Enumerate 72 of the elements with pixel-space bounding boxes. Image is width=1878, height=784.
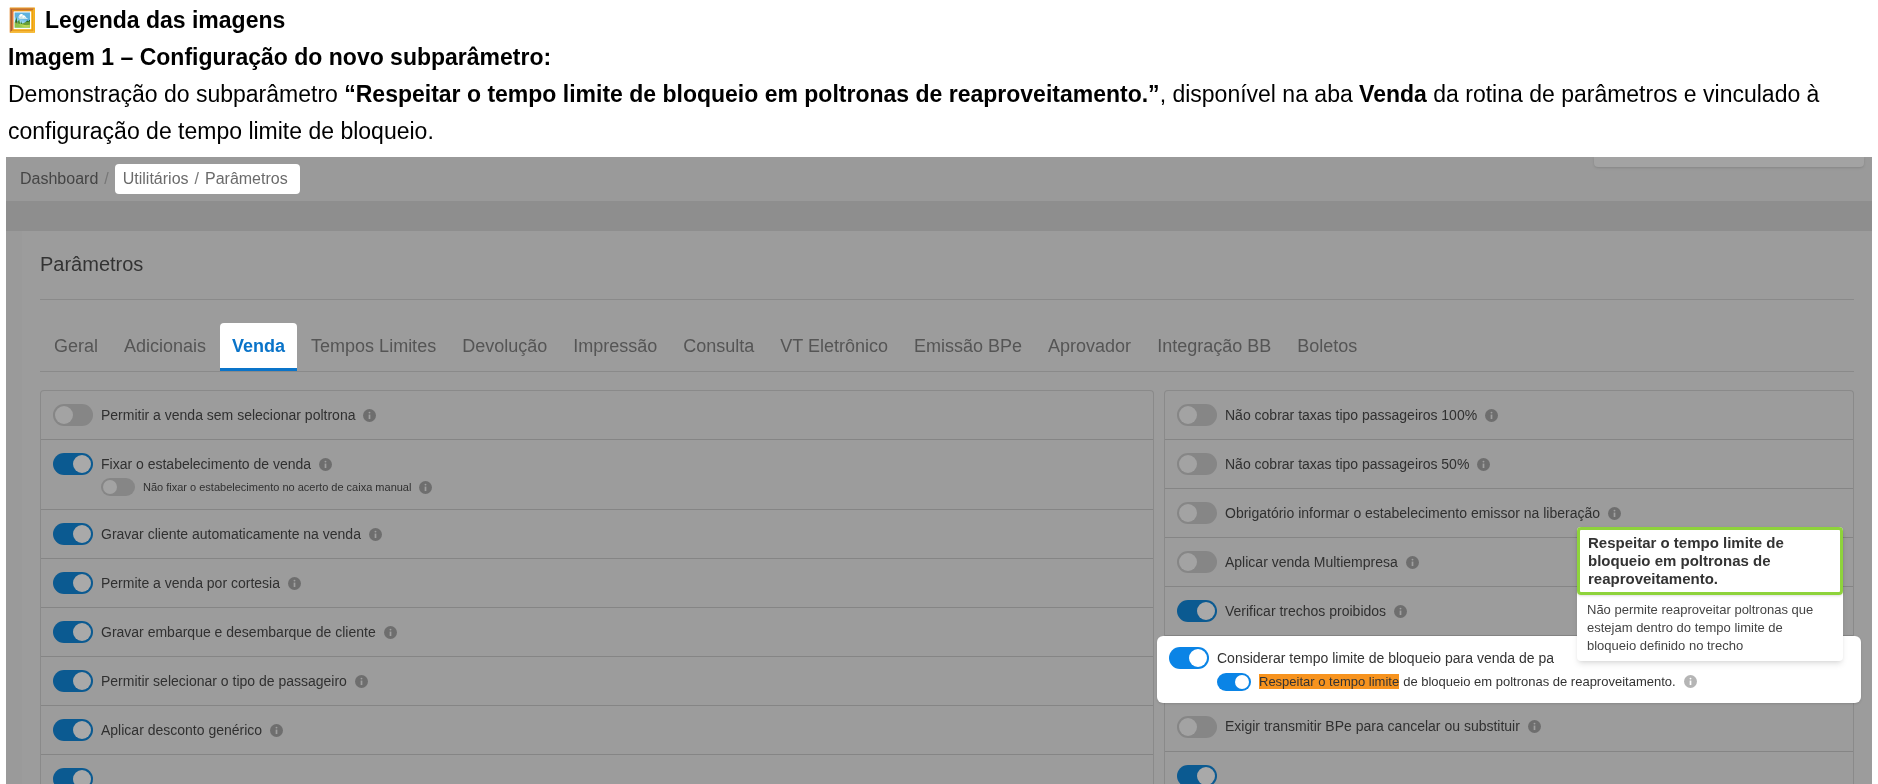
setting-label: Verificar trechos proibidos: [1225, 601, 1387, 621]
info-icon: [1527, 720, 1541, 733]
toggle-switch[interactable]: [53, 404, 93, 426]
info-icon: [270, 723, 284, 737]
setting-label: Exigir transmitir BPe para cancelar ou substituir: [1225, 717, 1520, 736]
tab[interactable]: Geral: [42, 323, 110, 371]
sub-setting-label: Não fixar o estabelecimento no acerto de caixa manual: [143, 479, 412, 495]
panel-title: Parâmetros: [40, 231, 1854, 300]
info-icon: [354, 674, 368, 688]
tooltip-text: Não permite reaproveitar poltronas que estejam dentro do tempo limite de bloqueio definido no trecho: [1586, 601, 1815, 655]
picture-icon: 🖼: [8, 2, 37, 39]
setting-label: Fixar o estabelecimento de venda: [101, 454, 312, 474]
setting-label: Aplicar desconto genérico: [101, 720, 263, 740]
sub-setting-label: Respeitar o tempo limite de bloqueio em poltronas de reaproveitamento.: [1259, 673, 1676, 691]
info-icon: [1485, 408, 1499, 422]
setting-label: Gravar embarque e desembarque de cliente: [101, 622, 376, 642]
doc-heading: Legenda das imagens: [45, 6, 286, 35]
setting-label: Não cobrar taxas tipo passageiros 50%: [1225, 454, 1470, 474]
info-icon: [1477, 457, 1491, 471]
breadcrumb-separator: /: [104, 169, 109, 189]
toggle-switch[interactable]: [101, 478, 135, 496]
breadcrumb-link[interactable]: Utilitários: [122, 167, 189, 191]
info-icon: [368, 527, 382, 541]
toggle-switch[interactable]: [1169, 647, 1209, 669]
setting-label: Permitir selecionar o tipo de passageiro: [101, 671, 347, 691]
doc-title: Imagem 1 – Configuração do novo subparâmetro:: [8, 43, 553, 72]
info-icon: [319, 457, 333, 471]
tab[interactable]: Emissão BPe: [902, 323, 1035, 371]
tooltip-title: Respeitar o tempo limite de bloqueio em poltronas de reaproveitamento.: [1577, 527, 1843, 595]
setting-label: Permite a venda por cortesia: [101, 573, 280, 593]
setting-label: Permitir a venda sem selecionar poltrona: [101, 405, 356, 425]
info-icon: [1394, 604, 1408, 618]
doc-description: Demonstração do subparâmetro “Respeitar o tempo limite de bloqueio em poltronas de reaproveitamento.”, disponível na aba Venda da rotina de parâmetros e vinculado à configuração de tempo limite de bloqueio.: [8, 80, 1821, 146]
info-icon: [1608, 506, 1622, 520]
toggle-switch[interactable]: [1177, 453, 1217, 475]
info-icon: [1683, 675, 1697, 689]
setting-label: Considerar tempo limite de bloqueio para venda de pa: [1217, 648, 1554, 668]
info-icon: [363, 408, 377, 422]
tab[interactable]: Venda: [220, 323, 298, 371]
toggle-switch[interactable]: [53, 621, 93, 643]
setting-label: Não cobrar taxas tipo passageiros 100%: [1225, 405, 1478, 425]
toggle-switch[interactable]: [1177, 502, 1217, 524]
toggle-switch[interactable]: [1177, 551, 1217, 573]
toggle-switch[interactable]: [1177, 764, 1217, 784]
tab[interactable]: Devolução: [450, 323, 560, 371]
tab[interactable]: Aprovador: [1036, 323, 1144, 371]
toggle-switch[interactable]: [1217, 672, 1251, 691]
tab[interactable]: Consulta: [671, 323, 767, 371]
tab[interactable]: Tempos Limites: [299, 323, 449, 371]
toggle-switch[interactable]: [53, 670, 93, 692]
toggle-switch[interactable]: [53, 453, 93, 475]
toggle-switch[interactable]: [53, 523, 93, 545]
setting-label: Gravar cliente automaticamente na venda: [101, 524, 361, 544]
tab[interactable]: Integração BB: [1145, 323, 1284, 371]
toggle-switch[interactable]: [1177, 404, 1217, 426]
toggle-switch[interactable]: [1177, 600, 1217, 622]
toggle-switch[interactable]: [53, 719, 93, 741]
toggle-switch[interactable]: [1177, 715, 1217, 738]
tab[interactable]: Impressão: [561, 323, 670, 371]
tab[interactable]: VT Eletrônico: [768, 323, 900, 371]
tab[interactable]: Adicionais: [112, 323, 219, 371]
breadcrumb-separator: /: [194, 169, 199, 189]
toggle-switch[interactable]: [53, 768, 93, 784]
tab[interactable]: Boletos: [1285, 323, 1370, 371]
toggle-switch[interactable]: [53, 572, 93, 594]
info-icon: [288, 576, 301, 590]
breadcrumb-link[interactable]: Dashboard: [20, 167, 99, 191]
info-icon: [419, 480, 433, 494]
info-icon: [383, 625, 397, 639]
info-icon: [1405, 555, 1419, 569]
setting-label: Aplicar venda Multiempresa: [1225, 552, 1398, 572]
setting-label: Obrigatório informar o estabelecimento emissor na liberação: [1225, 503, 1601, 523]
